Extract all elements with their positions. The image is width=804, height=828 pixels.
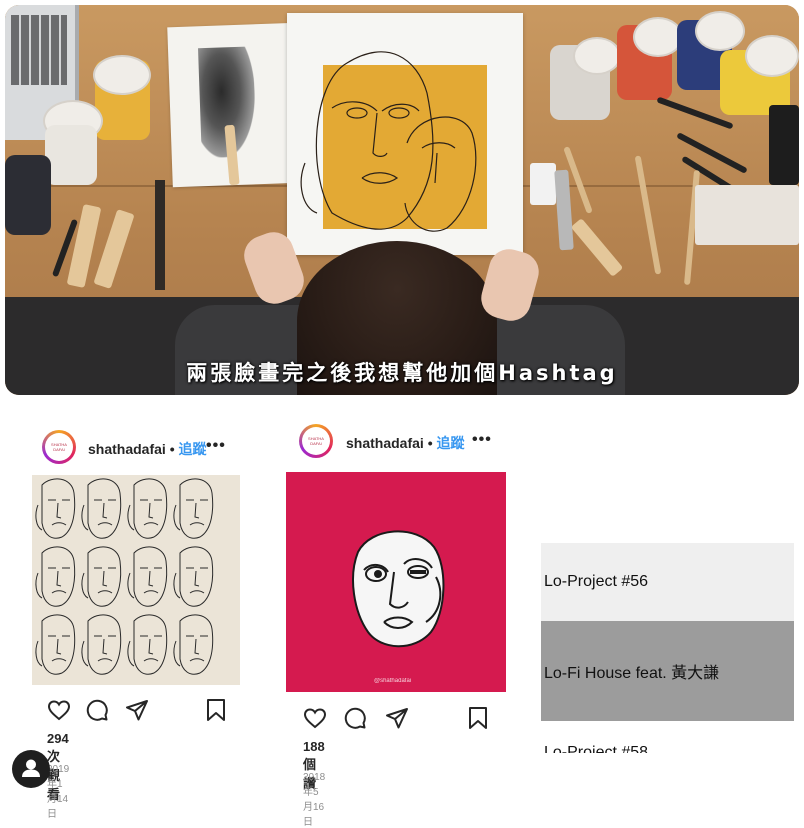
follow-button[interactable]: 追蹤 <box>437 435 465 451</box>
follow-button[interactable]: 追蹤 <box>179 441 207 457</box>
bookmark-icon[interactable] <box>467 706 489 730</box>
username-link[interactable]: shathadafai <box>88 441 166 457</box>
eraser <box>530 163 556 205</box>
video-frame[interactable]: 兩張臉畫完之後我想幫他加個Hashtag <box>5 5 799 395</box>
watermark: @shathadafai <box>374 678 412 684</box>
post-date: 2019年1月14日 <box>47 764 70 820</box>
heart-icon[interactable] <box>47 698 71 722</box>
drawing-paper <box>287 13 523 255</box>
separator: • <box>427 435 433 451</box>
bookmark-icon[interactable] <box>205 698 227 722</box>
playlist-item-label: Lo-Project #58 <box>544 744 649 753</box>
paint-bottle <box>45 125 97 185</box>
bottle-cap <box>573 37 621 75</box>
face-grid-drawing <box>35 478 214 675</box>
avatar[interactable]: SHATHA DAFAI <box>299 424 333 458</box>
avatar-logo: SHATHA DAFAI <box>302 427 330 455</box>
playlist-item-label: Lo-Project #56 <box>544 573 649 590</box>
bottle-cap <box>633 17 683 57</box>
playlist-item[interactable]: Lo-Project #56 <box>541 543 794 621</box>
comment-icon[interactable] <box>85 698 109 722</box>
line-face-drawing <box>300 51 477 232</box>
comment-icon[interactable] <box>343 706 367 730</box>
bottle-cap <box>93 55 151 95</box>
face-drawing <box>352 530 445 648</box>
paint-jar <box>5 155 51 235</box>
share-icon[interactable] <box>385 706 409 730</box>
playlist-item-label: Lo-Fi House feat. 黃大謙 <box>544 665 720 682</box>
user-profile-button[interactable] <box>12 750 50 788</box>
bottle-cap <box>695 11 745 51</box>
phone <box>769 105 799 185</box>
avatar-logo: SHATHA DAFAI <box>45 433 73 461</box>
separator: • <box>169 441 175 457</box>
post-header: shathadafai • 追蹤 <box>346 433 465 453</box>
bottle-cap <box>745 35 799 77</box>
heart-icon[interactable] <box>303 706 327 730</box>
user-icon <box>22 759 40 777</box>
post-image[interactable] <box>32 475 240 685</box>
table-gap <box>155 180 165 290</box>
share-icon[interactable] <box>125 698 149 722</box>
post-header: shathadafai • 追蹤 <box>88 439 207 459</box>
more-options-button[interactable]: ••• <box>206 437 226 455</box>
playlist-item-selected[interactable]: Lo-Fi House feat. 黃大謙 <box>541 621 794 721</box>
post-date: 2018年5月16日 <box>303 772 326 828</box>
username-link[interactable]: shathadafai <box>346 435 424 451</box>
more-options-button[interactable]: ••• <box>472 431 492 449</box>
sketchbook <box>695 185 799 245</box>
video-subtitle: 兩張臉畫完之後我想幫他加個Hashtag <box>186 361 618 385</box>
post-image[interactable]: @shathadafai <box>286 472 506 692</box>
avatar[interactable]: SHATHA DAFAI <box>42 430 76 464</box>
playlist-item[interactable]: Lo-Project #58 <box>541 721 794 753</box>
